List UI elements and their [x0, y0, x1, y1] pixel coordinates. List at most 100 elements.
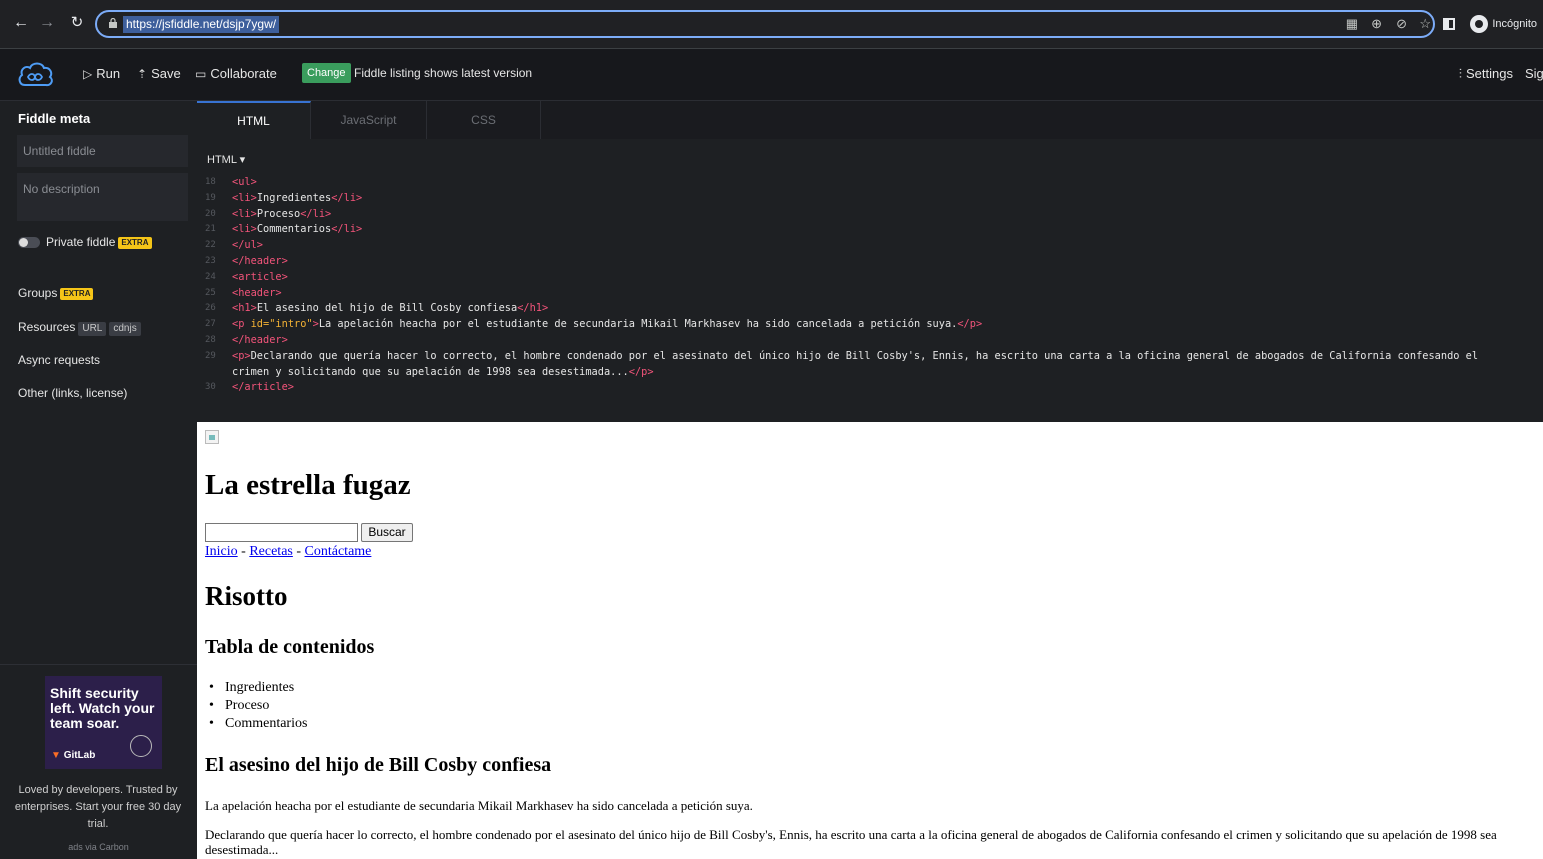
change-button[interactable]: Change — [302, 63, 351, 83]
line-number: 30 — [205, 382, 216, 393]
list-item: Ingredientes — [209, 679, 307, 697]
fiddle-description-input[interactable]: No description — [17, 173, 188, 221]
code-text[interactable]: <ul> — [232, 175, 257, 191]
ad-text[interactable]: Loved by developers. Trusted by enterpri… — [12, 782, 184, 833]
address-bar[interactable]: https://jsfiddle.net/dsjp7ygw/ — [95, 10, 1435, 38]
nav-separator: - — [292, 544, 305, 559]
lock-icon — [109, 18, 117, 28]
code-text[interactable]: <header> — [232, 286, 282, 302]
code-text[interactable]: <li>Ingredientes</li> — [232, 191, 362, 207]
fiddle-title-input[interactable]: Untitled fiddle — [17, 135, 188, 167]
code-text[interactable]: </article> — [232, 380, 294, 396]
collaborate-button[interactable]: ▭ Collaborate — [195, 64, 277, 84]
ad-headline: Shift security left. Watch your team soa… — [50, 685, 155, 731]
line-number: 18 — [205, 177, 216, 187]
toc-title: Tabla de contenidos — [205, 636, 375, 658]
code-text[interactable]: </ul> — [232, 238, 263, 254]
extra-badge: EXTRA — [118, 236, 152, 249]
line-number: 29 — [205, 350, 216, 361]
code-line[interactable]: 26 <h1>El asesino del hijo de Bill Cosby … — [197, 301, 1543, 317]
sidebar-item-groups[interactable]: Groups EXTRA — [18, 285, 94, 301]
chat-icon: ▭ — [195, 67, 207, 81]
sidebar-item-async-requests[interactable]: Async requests — [18, 352, 100, 368]
line-number: 25 — [205, 287, 216, 298]
code-area[interactable]: 18 <ul> 19 <li>Ingredientes</li> 20 <li>Proce… — [197, 175, 1543, 396]
gitlab-brand: GitLab — [63, 750, 96, 761]
code-line[interactable]: 30 </article> — [197, 380, 1543, 396]
bookmark-star-icon[interactable]: ☆ — [1419, 14, 1431, 34]
ad-attribution[interactable]: ads via Carbon — [0, 842, 197, 852]
incognito-label: Incógnito — [1492, 18, 1537, 30]
incognito-icon — [1470, 15, 1489, 34]
search-button[interactable]: Buscar — [361, 523, 413, 542]
run-label: Run — [96, 66, 121, 81]
reload-icon[interactable]: ↻ — [66, 11, 88, 35]
line-number: 24 — [205, 271, 216, 282]
code-text[interactable]: <p id="intro">La apelación heacha por el… — [232, 317, 982, 333]
code-text[interactable]: <article> — [232, 270, 288, 286]
code-line[interactable]: 24 <article> — [197, 270, 1543, 286]
browser-toolbar: ← → ↻ https://jsfiddle.net/dsjp7ygw/ ▦ ⊕… — [0, 0, 1543, 49]
site-title: La estrella fugaz — [205, 469, 411, 501]
code-text[interactable]: </header> — [232, 254, 288, 270]
code-text[interactable]: </header> — [232, 333, 288, 349]
qr-code-icon[interactable]: ▦ — [1346, 14, 1358, 34]
signin-link[interactable]: Sign in — [1525, 64, 1543, 84]
code-line[interactable]: 20 <li>Proceso</li> — [197, 207, 1543, 223]
code-text[interactable]: <li>Commentarios</li> — [232, 222, 362, 238]
listing-notice: Fiddle listing shows latest version — [354, 66, 533, 80]
incognito-indicator[interactable]: Incógnito — [1470, 14, 1537, 34]
language-select[interactable]: HTML ▾ — [207, 153, 245, 166]
code-line[interactable]: 22 </ul> — [197, 238, 1543, 254]
sidebar-item-resources[interactable]: Resources URL cdnjs — [18, 319, 141, 336]
tab-html[interactable]: HTML — [197, 101, 311, 139]
back-icon[interactable]: ← — [10, 11, 32, 35]
code-line[interactable]: 18 <ul> — [197, 175, 1543, 191]
settings-button[interactable]: ⫶ Settings — [1459, 64, 1513, 84]
article-body: Declarando que quería hacer lo correcto,… — [205, 827, 1497, 857]
list-item: Proceso — [209, 697, 307, 715]
code-line[interactable]: 25 <header> — [197, 286, 1543, 302]
nav-link-contactame[interactable]: Contáctame — [305, 544, 372, 559]
divider — [0, 664, 197, 665]
html-editor-panel: HTML JavaScript CSS HTML ▾ 18 <ul> 19 <li>I… — [197, 101, 1543, 422]
collaborate-label: Collaborate — [210, 66, 277, 81]
line-number: 28 — [205, 334, 216, 345]
code-line[interactable]: 23 </header> — [197, 254, 1543, 270]
nav-link-recetas[interactable]: Recetas — [249, 544, 293, 559]
tab-javascript[interactable]: JavaScript — [311, 101, 427, 139]
side-panel-icon[interactable] — [1443, 18, 1455, 30]
line-number: 27 — [205, 319, 216, 330]
private-fiddle-toggle[interactable]: Private fiddle EXTRA — [18, 235, 152, 249]
fiddle-header: ▷ Run ⇡ Save ▭ Collaborate Change Fiddle li… — [0, 49, 1543, 101]
nav-separator: - — [237, 544, 250, 559]
carbon-ad-image[interactable]: Shift security left. Watch your team soa… — [45, 676, 162, 769]
url-tag: URL — [78, 322, 107, 336]
code-line[interactable]: 27 <p id="intro">La apelación heacha por … — [197, 317, 1543, 333]
search-input[interactable] — [205, 523, 358, 542]
caret-down-icon: ▾ — [239, 154, 246, 166]
code-text[interactable]: <li>Proceso</li> — [232, 207, 331, 223]
forward-icon[interactable]: → — [36, 11, 58, 35]
result-panel: La estrella fugaz Buscar Inicio - Receta… — [197, 422, 1543, 859]
zoom-icon[interactable]: ⊕ — [1371, 14, 1382, 34]
code-line[interactable]: 28 </header> — [197, 333, 1543, 349]
run-button[interactable]: ▷ Run — [83, 64, 120, 84]
code-text[interactable]: <h1>El asesino del hijo de Bill Cosby co… — [232, 301, 548, 317]
tab-css[interactable]: CSS — [427, 101, 541, 139]
groups-label: Groups — [18, 286, 58, 300]
line-number: 23 — [205, 255, 216, 266]
toggle-switch[interactable] — [18, 237, 40, 249]
save-button[interactable]: ⇡ Save — [137, 64, 181, 84]
extra-badge: EXTRA — [60, 287, 94, 300]
toc-list: Ingredientes Proceso Commentarios — [209, 679, 308, 733]
code-line[interactable]: 29 <p>Declarando que quería hacer lo corr… — [197, 349, 1543, 381]
tracking-protection-icon[interactable]: ⊘ — [1396, 14, 1407, 34]
code-text[interactable]: <p>Declarando que quería hacer lo correc… — [232, 349, 1478, 381]
code-line[interactable]: 19 <li>Ingredientes</li> — [197, 191, 1543, 207]
code-line[interactable]: 21 <li>Commentarios</li> — [197, 222, 1543, 238]
nav-link-inicio[interactable]: Inicio — [205, 544, 238, 559]
url-text[interactable]: https://jsfiddle.net/dsjp7ygw/ — [123, 16, 280, 33]
jsfiddle-logo-icon[interactable] — [16, 59, 54, 89]
sidebar-item-other[interactable]: Other (links, license) — [18, 385, 127, 401]
